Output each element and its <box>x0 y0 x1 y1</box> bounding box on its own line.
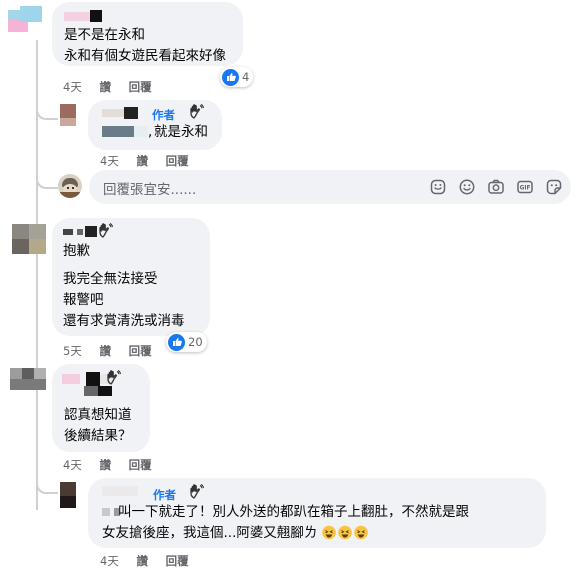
author-name-redacted[interactable] <box>62 372 134 396</box>
reply-button[interactable]: 回覆 <box>129 80 152 94</box>
comment-text: 後續結果？ <box>64 428 132 444</box>
mention-redacted[interactable] <box>102 126 148 138</box>
comment-bubble: 抱歉 我完全無法接受 報警吧 還有求賞清洗或消毒 <box>52 218 210 336</box>
author-badge: 作者 <box>152 108 175 122</box>
gif-icon[interactable]: GIF <box>517 179 533 195</box>
comment-text: 叫一下就走了！別人外送的都趴在箱子上翻肚，不然就是跟 <box>118 504 469 520</box>
timestamp[interactable]: 5天 <box>63 344 82 358</box>
comment-text: 還有求賞清洗或消毒 <box>63 313 185 329</box>
thread-elbow <box>36 100 58 120</box>
comment-bubble: 認真想知道 後續結果？ <box>52 364 150 452</box>
comment-text: 女友搶後座，我這個...阿婆又翹腳ㄌ <box>102 523 370 547</box>
sticker-icon[interactable] <box>430 179 446 195</box>
comment-actions: 4天 讚 回覆 <box>63 457 166 473</box>
comment-text: 我完全無法接受 <box>63 271 158 287</box>
author-name-redacted[interactable] <box>102 484 142 498</box>
like-button[interactable]: 讚 <box>99 458 111 472</box>
author-name-redacted[interactable] <box>63 226 101 237</box>
comment-text: 永和有個女遊民看起來好像 <box>64 48 226 64</box>
comment-text: 認真想知道 <box>64 407 132 423</box>
comment-text-prefix: , <box>148 124 153 140</box>
comment-actions: 4天 讚 回覆 <box>100 153 203 169</box>
reaction-count-label: 4 <box>242 70 250 84</box>
comment-text-line: 女友搶後座，我這個...阿婆又翹腳ㄌ <box>102 525 318 541</box>
wave-hand-icon <box>107 370 121 389</box>
wave-hand-icon <box>190 104 204 123</box>
reply-button[interactable]: 回覆 <box>166 154 189 168</box>
comment-text: 抱歉 <box>63 243 90 259</box>
svg-text:GIF: GIF <box>520 186 531 192</box>
avatar[interactable] <box>10 368 46 390</box>
like-icon <box>222 68 239 86</box>
reply-button[interactable]: 回覆 <box>166 554 189 568</box>
author-name-redacted[interactable] <box>64 10 106 22</box>
reply-input-placeholder: 回覆張宜安...... <box>103 182 197 198</box>
like-icon <box>168 333 185 351</box>
emoji-icon[interactable] <box>459 179 475 195</box>
wave-hand-icon <box>190 484 204 503</box>
reaction-count-label: 20 <box>188 335 203 349</box>
reply-button[interactable]: 回覆 <box>129 344 152 358</box>
sticker-smile-icon[interactable] <box>546 179 562 195</box>
avatar[interactable] <box>60 482 76 508</box>
timestamp[interactable]: 4天 <box>63 458 82 472</box>
timestamp[interactable]: 4天 <box>100 554 119 568</box>
reaction-count[interactable]: 20 <box>166 332 207 352</box>
avatar[interactable] <box>8 6 44 34</box>
comment-text: 是不是在永和 <box>64 27 145 43</box>
like-button[interactable]: 讚 <box>99 80 111 94</box>
comment-actions: 5天 讚 回覆 <box>63 343 166 359</box>
current-user-avatar[interactable] <box>58 174 82 198</box>
camera-icon[interactable] <box>488 179 504 195</box>
wave-hand-icon <box>99 223 113 242</box>
like-button[interactable]: 讚 <box>136 554 148 568</box>
avatar[interactable] <box>12 224 46 254</box>
comment-bubble: 是不是在永和 永和有個女遊民看起來好像 <box>52 2 243 66</box>
reply-input[interactable]: 回覆張宜安...... GIF <box>89 170 571 204</box>
comment-actions: 4天 讚 回覆 <box>100 553 203 569</box>
avatar[interactable] <box>60 104 76 126</box>
comment-text: 就是永和 <box>154 124 208 140</box>
comment-bubble: 作者 叫一下就走了！別人外送的都趴在箱子上翻肚，不然就是跟 女友搶後座，我這個.… <box>88 478 546 548</box>
like-button[interactable]: 讚 <box>99 344 111 358</box>
comment-text: 報警吧 <box>63 292 104 308</box>
like-button[interactable]: 讚 <box>136 154 148 168</box>
author-name-redacted[interactable] <box>102 107 142 119</box>
thread-elbow <box>36 470 58 494</box>
grin-emoji-icon <box>321 525 370 547</box>
timestamp[interactable]: 4天 <box>100 154 119 168</box>
reply-button[interactable]: 回覆 <box>129 458 152 472</box>
thread-elbow <box>36 168 58 189</box>
reaction-count[interactable]: 4 <box>220 67 254 87</box>
comment-bubble: 作者 , 就是永和 <box>88 100 222 150</box>
timestamp[interactable]: 4天 <box>63 80 82 94</box>
author-badge: 作者 <box>153 488 176 502</box>
comment-actions: 4天 讚 回覆 <box>63 79 166 95</box>
